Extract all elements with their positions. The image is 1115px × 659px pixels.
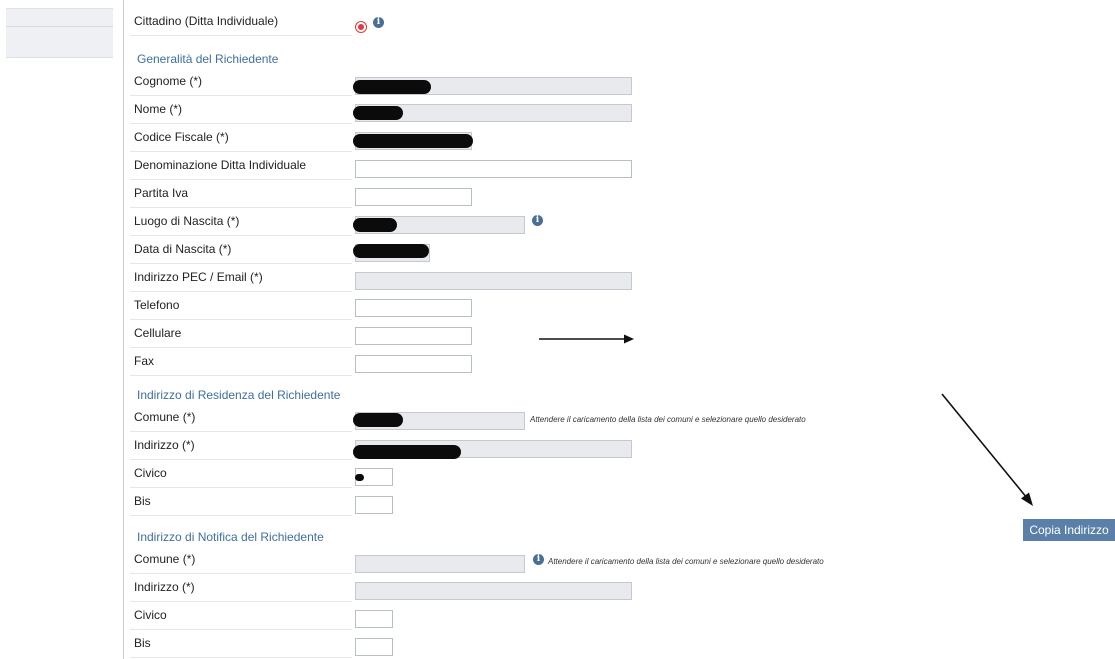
annotation-arrows: [539, 334, 1033, 506]
arrow-down-right-icon: [941, 393, 1033, 506]
arrow-right-icon: [539, 334, 634, 344]
